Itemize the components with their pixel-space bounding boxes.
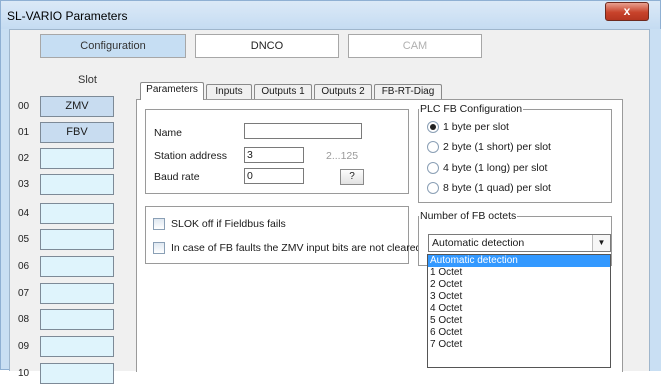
slot-row: 01 FBV xyxy=(18,122,138,144)
slot-number: 08 xyxy=(18,314,30,325)
slot-box[interactable] xyxy=(40,148,114,169)
subtab-inputs[interactable]: Inputs xyxy=(206,84,252,100)
station-address-label: Station address xyxy=(154,150,227,162)
slot-box[interactable] xyxy=(40,174,114,195)
options-group: SLOK off if Fieldbus fails In case of FB… xyxy=(145,206,421,264)
radio-1-byte-label: 1 byte per slot xyxy=(443,121,509,133)
slot-number: 02 xyxy=(18,153,30,164)
slot-row: 03 xyxy=(18,174,138,196)
fb-octets-dropdown-list: Automatic detection 1 Octet 2 Octet 3 Oc… xyxy=(427,254,611,368)
zmv-clear-label: In case of FB faults the ZMV input bits … xyxy=(171,242,422,254)
slot-number: 09 xyxy=(18,341,30,352)
baud-rate-input[interactable]: 0 xyxy=(244,168,304,184)
slot-number: 01 xyxy=(18,127,30,138)
dropdown-option[interactable]: 7 Octet xyxy=(428,339,610,351)
baud-rate-label: Baud rate xyxy=(154,171,200,183)
window-right-border xyxy=(650,29,661,371)
slot-row: 07 xyxy=(18,283,138,305)
station-address-input[interactable]: 3 xyxy=(244,147,304,163)
slot-box[interactable] xyxy=(40,283,114,304)
slot-box[interactable] xyxy=(40,229,114,250)
dropdown-option[interactable]: 6 Octet xyxy=(428,327,610,339)
slok-checkbox[interactable] xyxy=(153,218,165,230)
dropdown-option[interactable]: 2 Octet xyxy=(428,279,610,291)
radio-2-byte[interactable] xyxy=(427,141,439,153)
slot-row: 09 xyxy=(18,336,138,358)
slot-box[interactable]: ZMV xyxy=(40,96,114,117)
dropdown-option[interactable]: 3 Octet xyxy=(428,291,610,303)
radio-4-byte-label: 4 byte (1 long) per slot xyxy=(443,162,548,174)
subtab-outputs-2[interactable]: Outputs 2 xyxy=(314,84,372,100)
subtab-fb-rt-diag[interactable]: FB-RT-Diag xyxy=(374,84,442,100)
subtab-outputs-1[interactable]: Outputs 1 xyxy=(254,84,312,100)
plc-fb-config-group: PLC FB Configuration 1 byte per slot 2 b… xyxy=(418,103,612,203)
station-address-range: 2...125 xyxy=(326,150,359,162)
subtab-parameters[interactable]: Parameters xyxy=(140,82,204,100)
slot-box[interactable] xyxy=(40,203,114,224)
close-button[interactable]: x xyxy=(605,2,649,21)
slot-row: 08 xyxy=(18,309,138,331)
slot-row: 10 xyxy=(18,363,138,385)
slot-row: 05 xyxy=(18,229,138,251)
name-input[interactable] xyxy=(244,123,362,139)
slot-row: 06 xyxy=(18,256,138,278)
tab-cam[interactable]: CAM xyxy=(348,34,482,58)
slot-row: 02 xyxy=(18,148,138,170)
slot-row: 00 ZMV xyxy=(18,96,138,118)
radio-8-byte-label: 8 byte (1 quad) per slot xyxy=(443,182,551,194)
slot-number: 00 xyxy=(18,101,30,112)
chevron-down-icon[interactable]: ▼ xyxy=(592,235,610,251)
dropdown-option[interactable]: 1 Octet xyxy=(428,267,610,279)
help-button[interactable]: ? xyxy=(340,169,364,185)
slot-number: 04 xyxy=(18,208,30,219)
radio-8-byte[interactable] xyxy=(427,182,439,194)
dropdown-option[interactable]: Automatic detection xyxy=(428,255,610,267)
fb-octets-select[interactable]: Automatic detection ▼ xyxy=(428,234,611,252)
dropdown-option[interactable]: 4 Octet xyxy=(428,303,610,315)
radio-1-byte[interactable] xyxy=(427,121,439,133)
slot-box[interactable]: FBV xyxy=(40,122,114,143)
window-title: SL-VARIO Parameters xyxy=(7,9,128,23)
radio-4-byte[interactable] xyxy=(427,162,439,174)
slot-row: 04 xyxy=(18,203,138,225)
plc-fb-config-legend: PLC FB Configuration xyxy=(419,103,524,115)
slot-number: 03 xyxy=(18,179,30,190)
slok-label: SLOK off if Fieldbus fails xyxy=(171,218,286,230)
radio-2-byte-label: 2 byte (1 short) per slot xyxy=(443,141,551,153)
fb-octets-legend: Number of FB octets xyxy=(419,210,518,222)
slot-number: 06 xyxy=(18,261,30,272)
slot-box[interactable] xyxy=(40,309,114,330)
slot-box[interactable] xyxy=(40,363,114,384)
fb-octets-selected-value: Automatic detection xyxy=(432,237,525,249)
tab-configuration[interactable]: Configuration xyxy=(40,34,186,58)
slot-box[interactable] xyxy=(40,336,114,357)
slot-number: 07 xyxy=(18,288,30,299)
slot-box[interactable] xyxy=(40,256,114,277)
station-settings-group: Name Station address 3 2...125 Baud rate… xyxy=(145,109,409,194)
title-bar: SL-VARIO Parameters x xyxy=(1,1,660,29)
tab-dnco[interactable]: DNCO xyxy=(195,34,339,58)
dropdown-option[interactable]: 5 Octet xyxy=(428,315,610,327)
slot-number: 05 xyxy=(18,234,30,245)
slot-column-header: Slot xyxy=(78,74,97,86)
name-label: Name xyxy=(154,127,183,139)
zmv-clear-checkbox[interactable] xyxy=(153,242,165,254)
